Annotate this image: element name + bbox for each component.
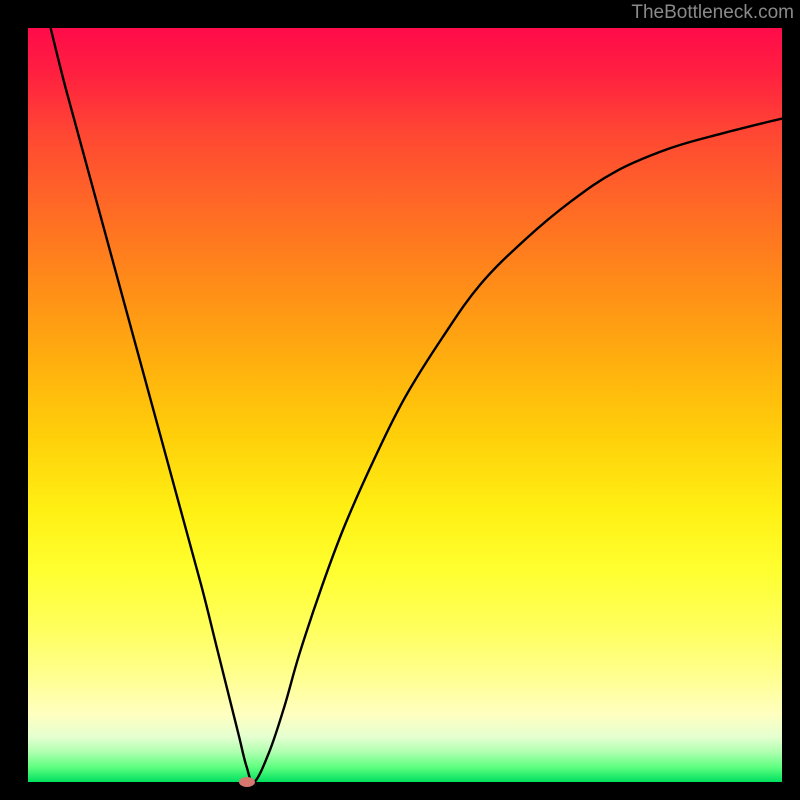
optimum-marker <box>239 777 255 787</box>
watermark-text: TheBottleneck.com <box>631 2 794 24</box>
chart-frame <box>5 5 795 795</box>
plot-area <box>28 28 782 782</box>
bottleneck-curve <box>28 28 782 782</box>
